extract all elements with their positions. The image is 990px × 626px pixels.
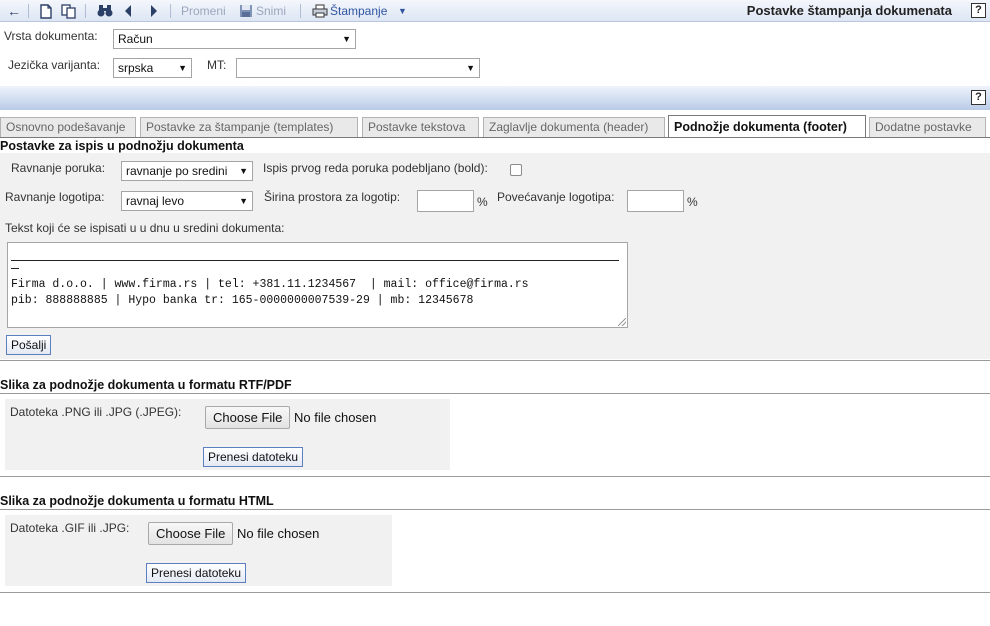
language-label: Jezička varijanta: <box>8 58 101 72</box>
save-button[interactable]: Snimi <box>256 3 286 19</box>
html-choose-file-button[interactable]: Choose File <box>148 522 234 545</box>
footer-text-area[interactable]: Firma d.o.o. | www.firma.rs | tel: +381.… <box>7 242 628 328</box>
logo-width-input[interactable] <box>417 190 474 212</box>
tab-text-settings[interactable]: Postavke tekstova <box>362 117 479 137</box>
logo-align-select[interactable]: ravnaj levo ▼ <box>121 191 253 211</box>
mt-select[interactable]: ▼ <box>236 58 480 78</box>
text-cursor <box>11 268 19 269</box>
print-menu[interactable]: Štampanje <box>330 3 387 19</box>
divider <box>0 360 990 361</box>
language-value: srpska <box>118 61 154 75</box>
footer-text-line: pib: 888888885 | Hypo banka tr: 165-0000… <box>11 294 474 307</box>
dropdown-arrow-icon: ▼ <box>239 166 248 176</box>
doc-type-value: Račun <box>118 32 153 46</box>
footer-text-line: Firma d.o.o. | www.firma.rs | tel: +381.… <box>11 278 529 291</box>
new-document-icon[interactable] <box>36 2 56 20</box>
edit-button[interactable]: Promeni <box>181 3 226 19</box>
logo-zoom-label: Povećavanje logotipa: <box>497 190 615 204</box>
previous-icon[interactable] <box>118 2 138 20</box>
divider <box>0 393 990 394</box>
dropdown-arrow-icon: ▼ <box>178 63 187 73</box>
logo-align-value: ravnaj levo <box>126 194 185 208</box>
chevron-down-icon[interactable]: ▼ <box>398 3 407 19</box>
rtf-image-title: Slika za podnožje dokumenta u formatu RT… <box>0 378 292 392</box>
binoculars-icon[interactable] <box>95 2 115 20</box>
logo-zoom-input[interactable] <box>627 190 684 212</box>
copy-document-icon[interactable] <box>59 2 79 20</box>
toolbar: ← Promeni Snimi Štampanje ▼ Postavke šta… <box>0 0 990 22</box>
rtf-upload-button[interactable]: Prenesi datoteku <box>203 447 304 467</box>
doc-type-label: Vrsta dokumenta: <box>4 29 98 43</box>
html-no-file-text: No file chosen <box>237 526 320 541</box>
back-arrow-icon[interactable]: ← <box>4 2 24 20</box>
rtf-file-label: Datoteka .PNG ili .JPG (.JPEG): <box>10 405 182 419</box>
help-icon[interactable]: ? <box>971 90 986 105</box>
message-align-value: ravnanje po sredini <box>126 164 228 178</box>
logo-width-label: Širina prostora za logotip: <box>264 190 401 204</box>
next-icon[interactable] <box>144 2 164 20</box>
divider <box>0 509 990 510</box>
message-align-label: Ravnanje poruka: <box>11 161 106 175</box>
toolbar-separator <box>300 4 301 18</box>
dropdown-arrow-icon: ▼ <box>466 63 475 73</box>
text-rule-line <box>11 260 619 261</box>
toolbar-separator <box>28 4 29 18</box>
bold-first-line-checkbox[interactable] <box>510 164 522 176</box>
resize-grip-icon[interactable] <box>618 318 626 326</box>
logo-align-label: Ravnanje logotipa: <box>5 190 105 204</box>
tab-additional-settings[interactable]: Dodatne postavke <box>869 117 986 137</box>
footer-text-label: Tekst koji će se ispisati u u dnu u sred… <box>5 221 285 235</box>
dropdown-arrow-icon: ▼ <box>239 196 248 206</box>
divider <box>0 476 990 477</box>
toolbar-separator <box>170 4 171 18</box>
doc-type-select[interactable]: Račun ▼ <box>113 29 356 49</box>
html-image-title: Slika za podnožje dokumenta u formatu HT… <box>0 494 274 508</box>
submit-button[interactable]: Pošalji <box>6 335 52 355</box>
tab-print-templates[interactable]: Postavke za štampanje (templates) <box>140 117 358 137</box>
tab-document-footer[interactable]: Podnožje dokumenta (footer) <box>668 115 866 138</box>
logo-zoom-unit: % <box>687 195 698 209</box>
divider <box>0 592 990 593</box>
dropdown-arrow-icon: ▼ <box>342 34 351 44</box>
language-select[interactable]: srpska ▼ <box>113 58 192 78</box>
html-upload-button[interactable]: Prenesi datoteku <box>146 563 247 583</box>
message-align-select[interactable]: ravnanje po sredini ▼ <box>121 161 253 181</box>
bold-first-line-label: Ispis prvog reda poruka podebljano (bold… <box>263 161 488 175</box>
printer-icon <box>311 2 329 20</box>
mt-label: MT: <box>207 58 227 72</box>
rtf-choose-file-button[interactable]: Choose File <box>205 406 291 429</box>
section-band <box>0 86 990 110</box>
help-icon[interactable]: ? <box>971 3 986 18</box>
logo-width-unit: % <box>477 195 488 209</box>
footer-settings-title: Postavke za ispis u podnožju dokumenta <box>0 139 244 153</box>
tab-basic-settings[interactable]: Osnovno podešavanje <box>0 117 136 137</box>
tab-divider <box>0 137 990 138</box>
html-file-label: Datoteka .GIF ili .JPG: <box>10 521 130 535</box>
page-title: Postavke štampanja dokumenata <box>746 3 952 18</box>
tab-document-header[interactable]: Zaglavlje dokumenta (header) <box>483 117 665 137</box>
toolbar-separator <box>85 4 86 18</box>
rtf-no-file-text: No file chosen <box>294 410 377 425</box>
save-icon <box>238 2 254 20</box>
